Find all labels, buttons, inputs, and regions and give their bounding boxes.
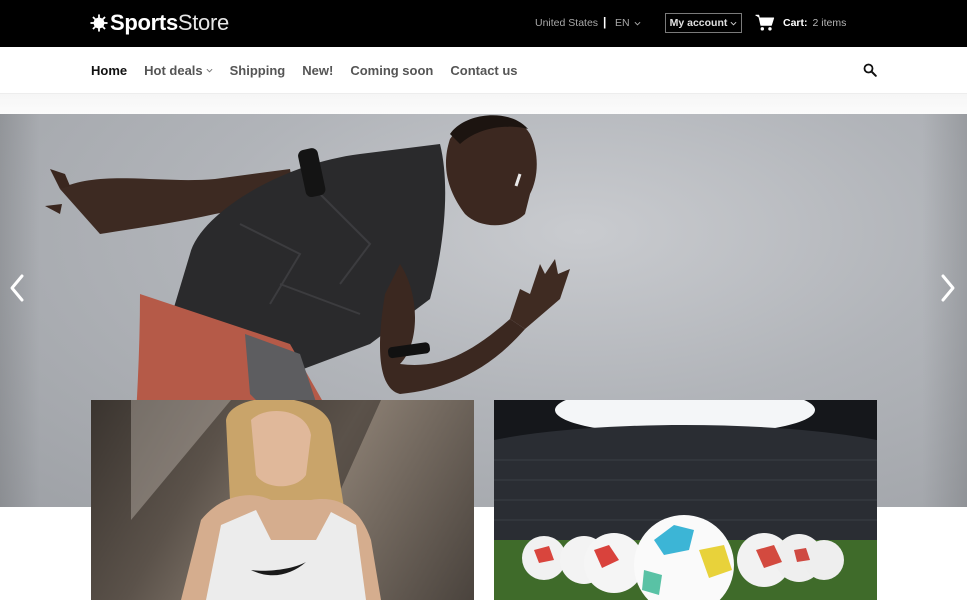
nav-item-label: Contact us — [450, 63, 518, 78]
footballs-stadium-image — [494, 400, 877, 600]
cart-label: Cart: — [783, 17, 808, 29]
cart-item-count: 2 items — [812, 17, 847, 29]
athlete-woman-image — [131, 400, 381, 600]
header-spacer — [0, 94, 967, 114]
store-logo[interactable]: SportsStore — [90, 10, 229, 36]
main-navigation: Home Hot deals Shipping New! Coming soon… — [0, 47, 967, 94]
chevron-down-icon — [730, 21, 737, 25]
store-name-bold: Sports — [110, 10, 178, 35]
chevron-left-icon[interactable] — [6, 272, 28, 304]
language-label: EN — [615, 17, 630, 29]
my-account-button[interactable]: My account — [665, 13, 742, 33]
nav-item-label: Home — [91, 63, 128, 78]
cart-link[interactable]: Cart: 2 items — [755, 14, 846, 32]
topbar-separator: | — [603, 15, 607, 29]
sunburst-logo-icon — [90, 14, 108, 32]
hero-edge-shade-left — [0, 114, 40, 507]
region-selector[interactable]: United States — [535, 17, 598, 29]
nav-item-hot-deals[interactable]: Hot deals — [144, 63, 213, 78]
nav-item-coming-soon[interactable]: Coming soon — [350, 63, 433, 78]
hero-edge-shade-right — [922, 114, 967, 507]
top-bar: SportsStore United States | EN My accoun… — [0, 0, 967, 47]
nav-item-new[interactable]: New! — [302, 63, 333, 78]
chevron-down-icon — [206, 68, 213, 73]
nav-item-label: Hot deals — [144, 63, 203, 78]
nav-item-shipping[interactable]: Shipping — [230, 63, 286, 78]
chevron-down-icon — [634, 21, 641, 25]
nav-item-label: New! — [302, 63, 334, 78]
store-name-light: Store — [177, 10, 229, 35]
search-icon[interactable] — [863, 63, 877, 77]
my-account-label: My account — [669, 17, 728, 29]
language-selector[interactable]: EN — [615, 17, 641, 29]
chevron-right-icon[interactable] — [937, 272, 959, 304]
promo-tile-sportswear[interactable] — [91, 400, 474, 600]
store-name: SportsStore — [110, 10, 229, 36]
nav-item-label: Coming soon — [350, 63, 434, 78]
promo-tile-footballs[interactable] — [494, 400, 877, 600]
nav-item-contact-us[interactable]: Contact us — [450, 63, 517, 78]
nav-item-label: Shipping — [229, 63, 286, 78]
shopping-cart-icon — [755, 14, 775, 31]
nav-item-home[interactable]: Home — [91, 63, 127, 78]
nav-menu: Home Hot deals Shipping New! Coming soon… — [91, 63, 518, 78]
